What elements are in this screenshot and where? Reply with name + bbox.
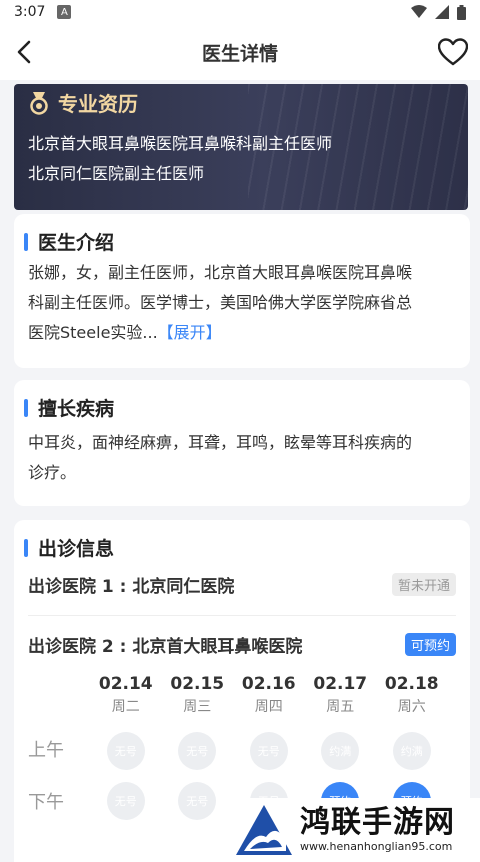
nav-bar: 医生详情	[0, 24, 480, 80]
intro-card: 医生介绍 张娜，女，副主任医师，北京首大眼耳鼻喉医院耳鼻喉 科副主任医师。医学博…	[14, 214, 470, 368]
slot-button[interactable]: 无号	[106, 732, 145, 770]
notification-badge-icon: A	[57, 5, 72, 19]
status-badge: 可预约	[404, 633, 456, 656]
specialty-line: 诊疗。	[28, 463, 77, 482]
specialty-text: 中耳炎，面神经麻痹，耳聋，耳鸣，眩晕等耳科疾病的 诊疗。	[28, 428, 456, 488]
page-title: 医生详情	[201, 42, 278, 65]
schedule-title: 出诊信息	[38, 538, 115, 560]
weekday-label: 周三	[183, 699, 212, 715]
date-label: 02.18	[384, 674, 439, 694]
specialty-title: 擅长疾病	[38, 398, 115, 420]
intro-line: 张娜，女，副主任医师，北京首大眼耳鼻喉医院耳鼻喉	[28, 263, 413, 282]
weekday-label: 周二	[111, 699, 140, 715]
watermark-url: www.henanhonglian95.com	[300, 840, 453, 853]
slot-button[interactable]: 约满	[321, 732, 360, 770]
afternoon-label: 下午	[28, 792, 64, 813]
heart-icon	[438, 38, 468, 66]
status-time: 3:07	[14, 4, 46, 20]
section-header: 擅长疾病	[24, 394, 114, 421]
morning-slots: 无号 无号 无号 约满 约满	[90, 732, 448, 770]
hospital-row[interactable]: 出诊医院 2 : 北京首大眼耳鼻喉医院 可预约	[28, 632, 456, 657]
watermark-title: 鸿联手游网	[300, 805, 455, 840]
battery-icon	[457, 4, 466, 20]
medal-icon	[30, 91, 48, 115]
date-column: 02.16 周四	[233, 674, 305, 716]
slot-button[interactable]: 约满	[392, 732, 431, 770]
hospital-name: 出诊医院 1 : 北京同仁医院	[28, 577, 235, 597]
section-accent-bar	[24, 398, 28, 417]
date-column: 02.15 周三	[162, 674, 234, 716]
qualification-line: 北京同仁医院副主任医师	[28, 164, 205, 183]
specialty-line: 中耳炎，面神经麻痹，耳聋，耳鸣，眩晕等耳科疾病的	[28, 433, 413, 452]
slot-button[interactable]: 无号	[106, 782, 145, 820]
section-header: 出诊信息	[24, 534, 114, 561]
qualification-header: 专业资历	[28, 88, 138, 117]
section-accent-bar	[24, 232, 28, 251]
qualification-line: 北京首大眼耳鼻喉医院耳鼻喉科副主任医师	[28, 134, 333, 153]
status-badge: 暂未开通	[391, 573, 456, 596]
intro-line: 医院Steele实验...	[28, 323, 158, 342]
intro-title: 医生介绍	[38, 232, 115, 254]
watermark-logo-icon	[236, 805, 292, 855]
qualification-card: 专业资历 北京首大眼耳鼻喉医院耳鼻喉科副主任医师 北京同仁医院副主任医师	[14, 84, 468, 210]
slot-button[interactable]: 无号	[249, 732, 288, 770]
slot-button[interactable]: 无号	[178, 732, 217, 770]
status-bar: 3:07 A	[0, 0, 480, 24]
section-accent-bar	[24, 538, 28, 557]
weekday-label: 周四	[254, 699, 283, 715]
hospital-name: 出诊医院 2 : 北京首大眼耳鼻喉医院	[28, 637, 303, 657]
watermark: 鸿联手游网 www.henanhonglian95.com	[226, 798, 480, 862]
intro-line: 科副主任医师。医学博士，美国哈佛大学医学院麻省总	[28, 293, 413, 312]
wifi-icon	[411, 5, 427, 18]
divider	[28, 615, 456, 616]
date-label: 02.16	[241, 674, 296, 694]
back-button[interactable]	[10, 36, 38, 68]
section-header: 医生介绍	[24, 228, 114, 255]
qualification-title: 专业资历	[58, 92, 138, 116]
date-column: 02.17 周五	[305, 674, 377, 716]
slot-button[interactable]: 无号	[178, 782, 217, 820]
intro-text: 张娜，女，副主任医师，北京首大眼耳鼻喉医院耳鼻喉 科副主任医师。医学博士，美国哈…	[28, 258, 456, 348]
date-label: 02.14	[98, 674, 153, 694]
expand-link[interactable]: 【展开】	[158, 323, 222, 342]
favorite-button[interactable]	[436, 36, 470, 68]
weekday-label: 周六	[397, 699, 426, 715]
date-label: 02.15	[170, 674, 225, 694]
date-label: 02.17	[313, 674, 368, 694]
signal-icon	[435, 5, 449, 19]
specialty-card: 擅长疾病 中耳炎，面神经麻痹，耳聋，耳鸣，眩晕等耳科疾病的 诊疗。	[14, 380, 470, 506]
date-column: 02.14 周二	[90, 674, 162, 716]
hospital-row[interactable]: 出诊医院 1 : 北京同仁医院 暂未开通	[28, 572, 456, 597]
date-header: 02.14 周二 02.15 周三 02.16 周四 02.17 周五 02.18 周六	[90, 674, 448, 716]
date-column: 02.18 周六	[376, 674, 448, 716]
back-arrow-icon	[17, 40, 31, 64]
morning-label: 上午	[28, 740, 64, 761]
weekday-label: 周五	[326, 699, 355, 715]
